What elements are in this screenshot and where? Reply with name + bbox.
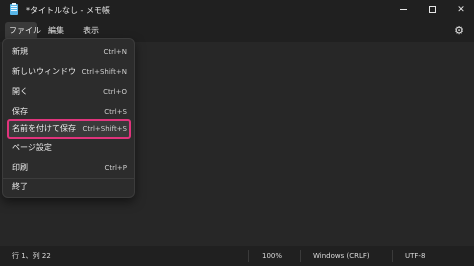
- menu-item-shortcut: Ctrl+P: [104, 164, 127, 172]
- menu-item-label: 新規: [12, 47, 28, 56]
- menu-item-label: ページ設定: [12, 143, 52, 152]
- line-ending: Windows (CRLF): [313, 252, 370, 260]
- menu-item-print[interactable]: 印刷 Ctrl+P: [7, 158, 131, 178]
- menu-item-exit[interactable]: 終了: [7, 177, 131, 197]
- maximize-icon: [429, 6, 436, 13]
- menu-item-shortcut: Ctrl+N: [103, 48, 127, 56]
- minimize-button[interactable]: [388, 0, 418, 20]
- menu-item-label: 印刷: [12, 163, 28, 172]
- menu-item-label: 終了: [12, 182, 28, 191]
- close-button[interactable]: ✕: [446, 0, 474, 20]
- status-divider: [392, 250, 393, 262]
- menu-item-shortcut: Ctrl+Shift+S: [82, 125, 127, 133]
- gear-icon: ⚙: [454, 24, 464, 37]
- status-bar: 行 1、列 22 100% Windows (CRLF) UTF-8: [0, 246, 474, 266]
- settings-button[interactable]: ⚙: [452, 24, 466, 38]
- encoding: UTF-8: [405, 252, 426, 260]
- menu-item-open[interactable]: 開く Ctrl+O: [7, 82, 131, 102]
- status-divider: [300, 250, 301, 262]
- status-divider: [248, 250, 249, 262]
- maximize-button[interactable]: [418, 0, 448, 20]
- title-bar: *タイトルなし - メモ帳 ✕: [0, 0, 474, 20]
- menu-item-label: 開く: [12, 87, 28, 96]
- window-title: *タイトルなし - メモ帳: [26, 6, 110, 15]
- zoom-level: 100%: [262, 252, 283, 260]
- cursor-position: 行 1、列 22: [12, 252, 51, 260]
- menu-item-save-as[interactable]: 名前を付けて保存 Ctrl+Shift+S: [7, 119, 131, 139]
- file-menu-dropdown: 新規 Ctrl+N 新しいウィンドウ Ctrl+Shift+N 開く Ctrl+…: [2, 38, 135, 198]
- menu-item-new[interactable]: 新規 Ctrl+N: [7, 42, 131, 62]
- minimize-icon: [400, 9, 407, 10]
- menu-item-shortcut: Ctrl+O: [103, 88, 127, 96]
- menu-item-label: 新しいウィンドウ: [12, 67, 76, 76]
- menu-item-new-window[interactable]: 新しいウィンドウ Ctrl+Shift+N: [7, 62, 131, 82]
- menu-item-shortcut: Ctrl+Shift+N: [81, 68, 127, 76]
- close-icon: ✕: [457, 5, 465, 15]
- menu-item-page-setup[interactable]: ページ設定: [7, 138, 131, 158]
- notepad-icon: [10, 3, 18, 15]
- menu-item-label: 名前を付けて保存: [12, 124, 76, 133]
